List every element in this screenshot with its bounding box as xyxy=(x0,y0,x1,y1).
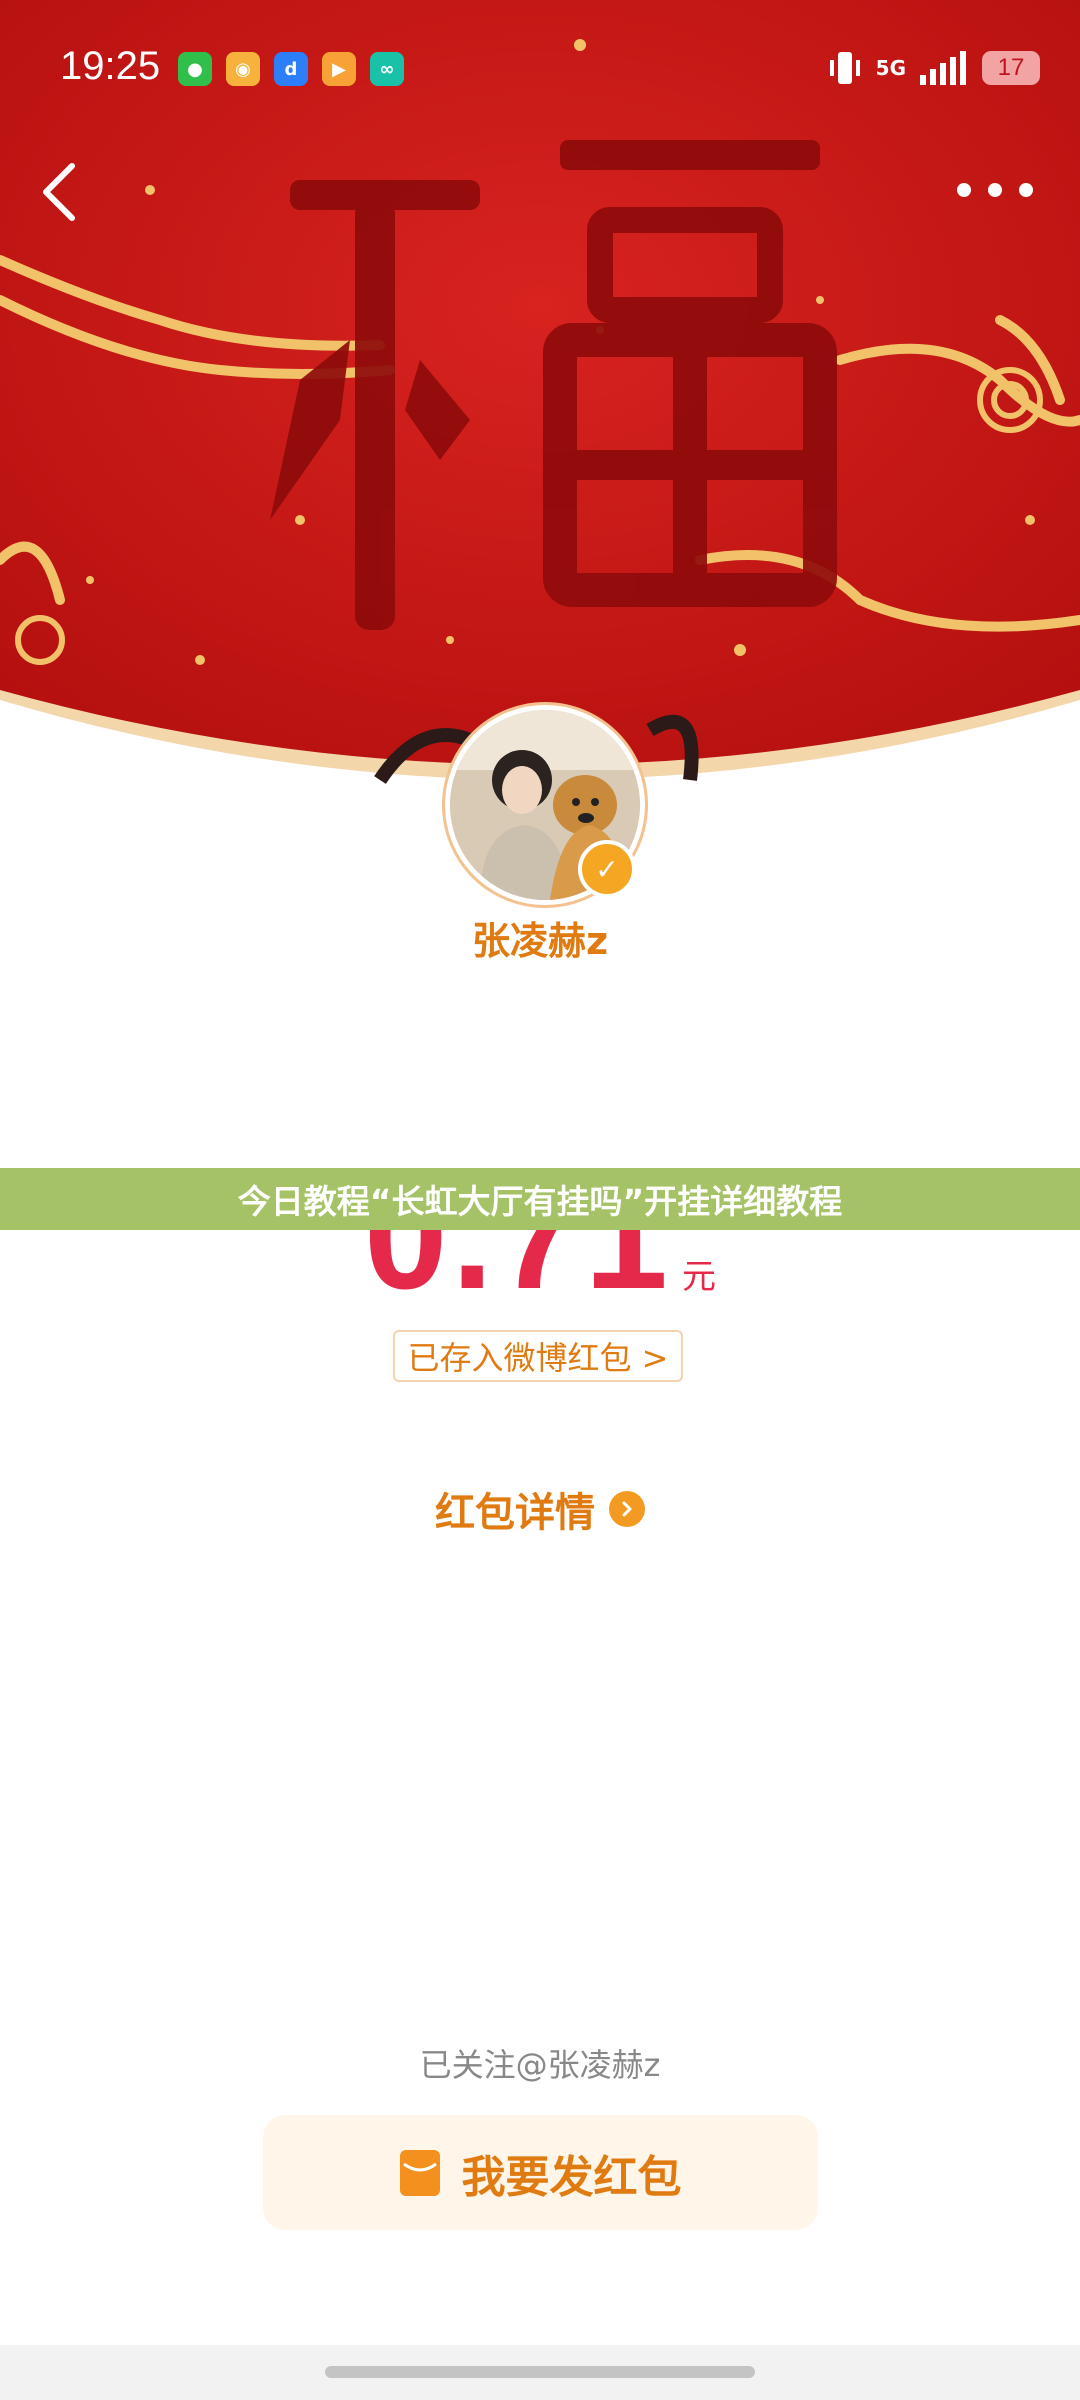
notification-icons: ● ◉ d ▶ ∞ xyxy=(178,52,404,86)
more-options-icon[interactable] xyxy=(950,165,1040,215)
overlay-banner: 今日教程“长虹大厅有挂吗”开挂详细教程 xyxy=(0,1168,1080,1230)
red-packet-icon xyxy=(399,2149,440,2196)
battery-indicator: 17 xyxy=(982,51,1040,85)
details-label: 红包详情 xyxy=(435,1490,595,1536)
send-button-label: 我要发红包 xyxy=(461,2151,682,2203)
verified-badge-icon: ✓ xyxy=(578,840,636,898)
amount-unit: 元 xyxy=(681,1257,716,1297)
followed-status: 已关注@张凌赫z xyxy=(419,2046,661,2084)
video-icon: ▶ xyxy=(322,52,356,86)
network-label: 5G xyxy=(875,56,906,80)
signal-icon xyxy=(920,51,966,85)
home-indicator[interactable] xyxy=(325,2366,755,2378)
weibo-icon: ◉ xyxy=(226,52,260,86)
baidu-icon: d xyxy=(274,52,308,86)
status-bar: 19:25 ● ◉ d ▶ ∞ 5G 17 xyxy=(0,0,1080,140)
battery-level: 17 xyxy=(997,54,1025,81)
back-icon[interactable] xyxy=(30,152,90,232)
saved-to-wallet-link[interactable]: 已存入微博红包 > xyxy=(393,1330,683,1382)
system-status: 5G 17 xyxy=(828,50,1040,86)
cloud-icon: ∞ xyxy=(370,52,404,86)
status-time: 19:25 xyxy=(60,44,161,88)
send-red-packet-button[interactable]: 我要发红包 xyxy=(263,2115,818,2230)
vibrate-icon xyxy=(829,52,860,84)
sender-name[interactable]: 张凌赫z xyxy=(0,910,1080,965)
wechat-icon: ● xyxy=(178,52,212,86)
red-packet-details-link[interactable]: 红包详情 xyxy=(0,1480,1080,1538)
chevron-right-icon xyxy=(609,1491,645,1527)
